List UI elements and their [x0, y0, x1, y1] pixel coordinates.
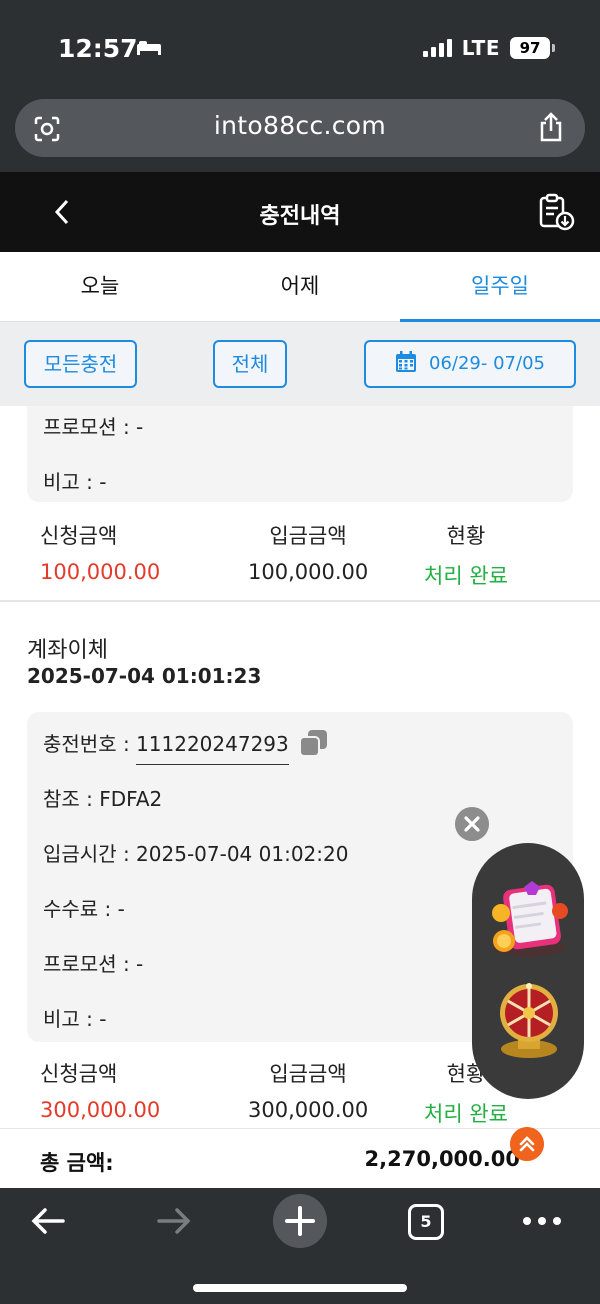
tab-week[interactable]: 일주일: [400, 252, 600, 322]
status-value: 처리 완료: [424, 1102, 508, 1126]
charge-number-row: 충전번호 : 111220247293: [43, 728, 329, 765]
copy-icon[interactable]: [298, 729, 329, 757]
note-row: 비고 : -: [43, 1007, 107, 1031]
charge-type-filter-button[interactable]: 모든충전: [24, 340, 137, 388]
deposit-value: 100,000.00: [248, 560, 369, 584]
tab-yesterday[interactable]: 어제: [200, 252, 400, 321]
requested-value: 300,000.00: [40, 1098, 161, 1122]
close-promo-icon[interactable]: [455, 807, 489, 841]
period-tabs: 오늘 어제 일주일: [0, 252, 600, 322]
charge-record: 프로모션 : - 비고 : - 신청금액 100,000.00 입금금액 100…: [0, 406, 600, 602]
note-row: 비고 : -: [43, 470, 107, 494]
deposit-amount-col: 입금금액 300,000.00: [248, 1058, 368, 1122]
total-amount-bar: 총 금액: 2,270,000.00: [0, 1127, 600, 1188]
date-range-button[interactable]: 06/29- 07/05: [364, 340, 576, 388]
new-tab-icon[interactable]: [273, 1194, 327, 1248]
deposit-time-row: 입금시간 : 2025-07-04 01:02:20: [43, 842, 349, 866]
requested-value: 100,000.00: [40, 560, 161, 584]
promotion-row: 프로모션 : -: [43, 952, 144, 976]
tab-switcher-button[interactable]: 5: [408, 1204, 444, 1240]
battery-icon: 97: [510, 37, 555, 59]
url-text[interactable]: into88cc.com: [15, 111, 585, 140]
status-col: 현황 처리 완료: [418, 520, 514, 590]
deposit-label: 입금금액: [269, 524, 347, 548]
home-indicator: [193, 1284, 407, 1292]
status-label: 현황: [446, 524, 486, 548]
requested-amount-col: 신청금액 300,000.00: [40, 1058, 160, 1122]
status-time: 12:57: [58, 34, 138, 63]
browser-top-bar: 12:57 LTE 97 into88cc.com: [0, 0, 600, 172]
deposit-amount-col: 입금금액 100,000.00: [248, 520, 368, 584]
calendar-icon: [396, 351, 417, 372]
record-type: 계좌이체: [27, 638, 108, 663]
charge-number-value: 111220247293: [136, 732, 289, 765]
record-detail-box: 프로모션 : - 비고 : -: [27, 406, 573, 502]
scroll-to-top-icon[interactable]: [510, 1127, 544, 1161]
requested-amount-col: 신청금액 100,000.00: [40, 520, 160, 584]
total-label: 총 금액:: [40, 1151, 114, 1175]
address-bar[interactable]: into88cc.com: [15, 99, 585, 157]
roulette-wheel-icon[interactable]: [496, 983, 562, 1063]
more-icon[interactable]: [522, 1216, 562, 1226]
browser-forward-icon[interactable]: [156, 1206, 192, 1236]
requested-label: 신청금액: [40, 1062, 118, 1086]
deposit-value: 300,000.00: [248, 1098, 369, 1122]
filter-bar: 모든충전 전체 06/29- 07/05: [0, 322, 600, 406]
promotion-row: 프로모션 : -: [43, 415, 144, 439]
date-range-label: 06/29- 07/05: [429, 353, 545, 374]
promo-widget: [472, 843, 584, 1099]
reference-row: 참조 : FDFA2: [43, 787, 163, 811]
deposit-label: 입금금액: [269, 1062, 347, 1086]
tab-today[interactable]: 오늘: [0, 252, 200, 321]
status-indicators: LTE 97: [422, 36, 555, 60]
sleep-focus-icon: [137, 41, 161, 55]
promo-gift-icon[interactable]: [488, 877, 570, 963]
cellular-signal-icon: [422, 39, 452, 57]
charge-number-label: 충전번호 :: [43, 732, 137, 756]
browser-toolbar: 5: [0, 1188, 600, 1304]
fee-row: 수수료 : -: [43, 897, 125, 921]
status-filter-button[interactable]: 전체: [213, 340, 287, 388]
page-title: 충전내역: [259, 204, 341, 229]
app-header: 충전내역: [0, 172, 600, 252]
network-type: LTE: [461, 36, 500, 60]
requested-label: 신청금액: [40, 524, 118, 548]
total-value: 2,270,000.00: [364, 1147, 520, 1171]
record-datetime: 2025-07-04 01:01:23: [27, 664, 262, 688]
browser-back-icon[interactable]: [30, 1206, 66, 1236]
share-icon[interactable]: [537, 111, 565, 143]
clipboard-download-icon[interactable]: [538, 192, 576, 232]
status-value: 처리 완료: [424, 564, 508, 588]
